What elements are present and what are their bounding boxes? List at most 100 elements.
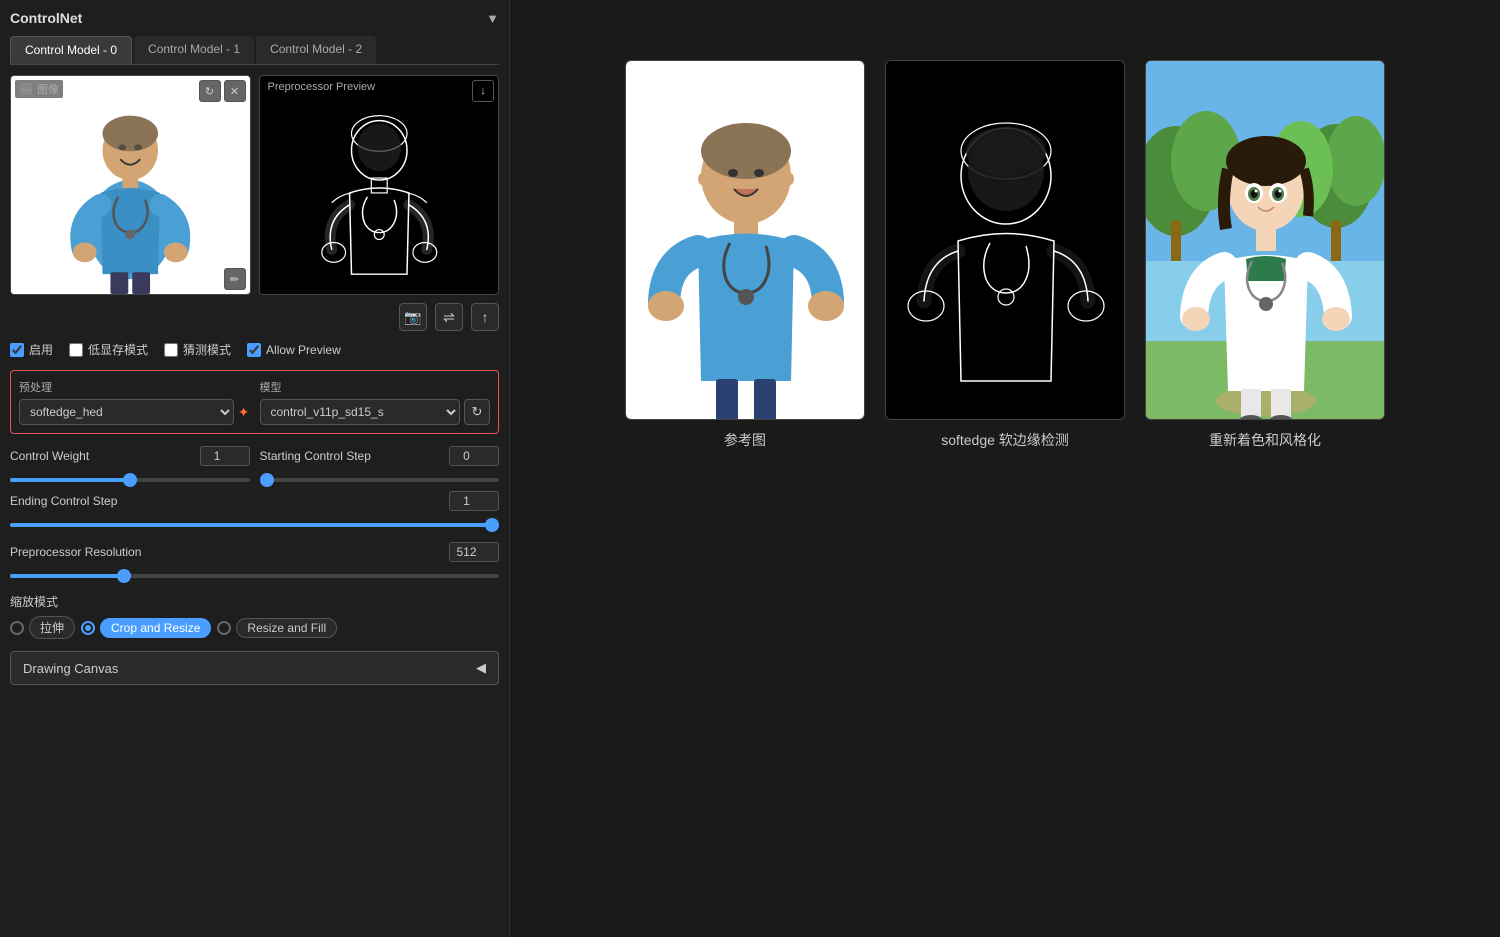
starting-step-input[interactable]	[449, 446, 499, 466]
preprocessor-res-input[interactable]	[449, 542, 499, 562]
model-label: 模型	[260, 379, 491, 395]
starting-step-header: Starting Control Step	[260, 446, 500, 466]
output-image-col-1: softedge 软边缘检测	[885, 60, 1125, 450]
ending-step-container: Ending Control Step	[10, 491, 499, 530]
model-refresh-button[interactable]: ↻	[464, 399, 490, 425]
output-image-box-0	[625, 60, 865, 420]
pencil-button[interactable]: ✏	[224, 268, 246, 290]
starting-step-slider[interactable]	[260, 478, 500, 482]
control-weight-col: Control Weight	[10, 446, 250, 485]
zoom-radio-crop-resize-inner	[85, 625, 91, 631]
preprocessor-preview-controls: ↓	[472, 80, 494, 102]
preprocessor-select-row: softedge_hed ✦	[19, 399, 250, 425]
zoom-option-resize-fill-label: Resize and Fill	[236, 618, 337, 638]
output-images: 参考图	[625, 60, 1385, 450]
control-weight-input[interactable]	[200, 446, 250, 466]
output-image-box-2	[1145, 60, 1385, 420]
preprocessor-res-container: Preprocessor Resolution	[10, 542, 499, 581]
drawing-canvas-row[interactable]: Drawing Canvas ◀	[10, 651, 499, 685]
ending-step-input[interactable]	[449, 491, 499, 511]
output-image-box-1	[885, 60, 1125, 420]
preprocessor-preview-display	[260, 76, 499, 294]
preprocessor-res-header: Preprocessor Resolution	[10, 542, 499, 562]
download-preview-button[interactable]: ↓	[472, 80, 494, 102]
zoom-mode-section: 缩放模式 拉伸 Crop and Resize Resize and	[10, 593, 499, 639]
control-weight-label: Control Weight	[10, 449, 140, 463]
output-image-col-2: 重新着色和风格化	[1145, 60, 1385, 450]
zoom-radio-resize-fill	[217, 621, 231, 635]
allow-preview-checkbox[interactable]: Allow Preview	[247, 343, 341, 357]
starting-step-col: Starting Control Step	[260, 446, 500, 485]
preprocessor-res-slider[interactable]	[10, 574, 499, 578]
starting-step-label: Starting Control Step	[260, 449, 390, 463]
source-image-controls: ↻ ✕	[199, 80, 246, 102]
zoom-option-crop-resize-label: Crop and Resize	[100, 618, 211, 638]
edge-detect-svg	[260, 76, 499, 294]
enable-checkbox[interactable]: 启用	[10, 341, 53, 358]
left-panel: ControlNet ▼ Control Model - 0 Control M…	[0, 0, 510, 937]
source-image-box: 🖼 图像 ↻ ✕ ✏	[10, 75, 251, 295]
fire-icon: ✦	[238, 404, 250, 421]
preprocessor-res-label: Preprocessor Resolution	[10, 545, 141, 559]
upload-button[interactable]: ↑	[471, 303, 499, 331]
refresh-source-button[interactable]: ↻	[199, 80, 221, 102]
preprocessor-model-section: 预处理 softedge_hed ✦ 模型 control_v11p_sd15_…	[10, 370, 499, 434]
zoom-option-stretch[interactable]: 拉伸	[10, 616, 75, 639]
tab-control-model-0[interactable]: Control Model - 0	[10, 36, 132, 64]
zoom-options: 拉伸 Crop and Resize Resize and Fill	[10, 616, 499, 639]
zoom-radio-crop-resize	[81, 621, 95, 635]
preprocessor-preview-label: Preprocessor Preview	[264, 80, 380, 94]
output-caption-1: softedge 软边缘检测	[941, 430, 1069, 450]
output-caption-0: 参考图	[724, 430, 766, 450]
model-select[interactable]: control_v11p_sd15_s	[260, 399, 461, 425]
action-buttons-row: 📷 ⇌ ↑	[10, 303, 499, 331]
source-image-display	[11, 76, 250, 294]
drawing-canvas-arrow: ◀	[476, 660, 486, 676]
output-caption-2: 重新着色和风格化	[1209, 430, 1321, 450]
zoom-option-stretch-label: 拉伸	[29, 616, 75, 639]
output-nurse-photo-svg	[626, 61, 865, 420]
camera-button[interactable]: 📷	[399, 303, 427, 331]
swap-button[interactable]: ⇌	[435, 303, 463, 331]
preprocessor-label: 预处理	[19, 379, 250, 395]
right-panel: 参考图	[510, 0, 1500, 937]
main-layout: ControlNet ▼ Control Model - 0 Control M…	[0, 0, 1500, 937]
drawing-canvas-label: Drawing Canvas	[23, 661, 118, 676]
guess-mode-checkbox[interactable]: 猜测模式	[164, 341, 231, 358]
tab-bar: Control Model - 0 Control Model - 1 Cont…	[10, 36, 499, 65]
model-row: 预处理 softedge_hed ✦ 模型 control_v11p_sd15_…	[19, 379, 490, 425]
zoom-mode-label: 缩放模式	[10, 593, 499, 610]
zoom-radio-stretch	[10, 621, 24, 635]
low-vram-checkbox[interactable]: 低显存模式	[69, 341, 148, 358]
source-image-label: 🖼 图像	[15, 80, 63, 98]
zoom-option-crop-resize[interactable]: Crop and Resize	[81, 616, 211, 639]
enable-checkbox-input[interactable]	[10, 343, 24, 357]
dual-slider-row: Control Weight Starting Control Step	[10, 446, 499, 485]
preprocessor-select[interactable]: softedge_hed	[19, 399, 234, 425]
control-weight-slider[interactable]	[10, 478, 250, 482]
preprocessor-col: 预处理 softedge_hed ✦	[19, 379, 250, 425]
nurse-photo-svg	[11, 76, 250, 294]
output-styled-svg	[1146, 61, 1385, 420]
zoom-option-resize-fill[interactable]: Resize and Fill	[217, 616, 337, 639]
allow-preview-checkbox-input[interactable]	[247, 343, 261, 357]
panel-header: ControlNet ▼	[10, 10, 499, 26]
checkbox-row: 启用 低显存模式 猜测模式 Allow Preview	[10, 341, 499, 358]
image-row: 🖼 图像 ↻ ✕ ✏	[10, 75, 499, 295]
tab-control-model-2[interactable]: Control Model - 2	[256, 36, 376, 64]
guess-mode-checkbox-input[interactable]	[164, 343, 178, 357]
low-vram-checkbox-input[interactable]	[69, 343, 83, 357]
panel-title: ControlNet	[10, 10, 82, 26]
ending-step-slider[interactable]	[10, 523, 499, 527]
panel-collapse-arrow[interactable]: ▼	[486, 11, 499, 26]
output-image-col-0: 参考图	[625, 60, 865, 450]
ending-step-header: Ending Control Step	[10, 491, 499, 511]
output-edge-svg	[886, 61, 1125, 420]
image-icon: 🖼	[19, 83, 33, 96]
control-weight-header: Control Weight	[10, 446, 250, 466]
model-col: 模型 control_v11p_sd15_s ↻	[260, 379, 491, 425]
close-source-button[interactable]: ✕	[224, 80, 246, 102]
ending-step-label: Ending Control Step	[10, 494, 140, 508]
tab-control-model-1[interactable]: Control Model - 1	[134, 36, 254, 64]
preprocessor-preview-box: Preprocessor Preview ↓	[259, 75, 500, 295]
